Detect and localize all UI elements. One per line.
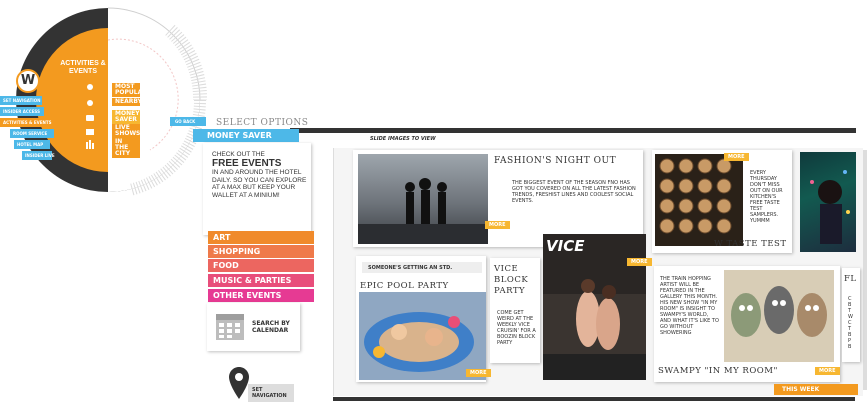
menu-hotel-map[interactable]: HOTEL MAP [14,140,50,149]
swampy-more-button[interactable]: MORE [815,367,840,375]
intro-text: CHECK OUT THE FREE EVENTS IN AND AROUND … [212,151,307,199]
logo[interactable]: W [16,69,40,93]
category-shopping[interactable]: SHOPPING [208,245,314,258]
menu-room-service[interactable]: ROOM SERVICE [10,129,54,138]
left-menu: SET NAVIGATION INSIDER ACCESS ACTIVITIES… [0,96,70,166]
slide-hint: SLIDE IMAGES TO VIEW [370,136,436,142]
calendar-icon [216,314,244,340]
swampy-image [724,270,834,362]
vice-body: COME GET WEIRD AT THE WEEKLY VICE CRUISI… [497,310,536,346]
taste-image [655,154,743,246]
menu-insider-live[interactable]: INSIDER LIVE [22,151,55,160]
swampy-body: THE TRAIN HOPPING ARTIST WILL BE FEATURE… [660,276,719,336]
vice-logo: VICE [546,237,585,255]
pool-more-button[interactable]: MORE [466,369,491,377]
intro-big: FREE EVENTS [212,158,282,170]
swampy-title: SWAMPY "IN MY ROOM" [658,366,778,376]
category-music-parties[interactable]: MUSIC & PARTIES [208,274,314,287]
category-food[interactable]: FOOD [208,259,314,272]
fashion-more-button[interactable]: MORE [485,221,510,229]
menu-set-navigation[interactable]: SET NAVIGATION [0,96,42,105]
pool-title: EPIC POOL PARTY [360,281,449,291]
submenu-in-the-city[interactable]: IN THE CITY [112,138,140,158]
pool-image [359,292,486,380]
intro-pre: CHECK OUT THE [212,151,265,158]
submenu-nearby[interactable]: NEARBY [112,98,142,106]
vice-title: VICE BLOCK PARTY [494,264,529,296]
intro-post: IN AND AROUND THE HOTEL DAILY. SO YOU CA… [212,169,307,199]
submenu-most-popular[interactable]: MOST POPULAR [112,83,147,97]
menu-activities-events[interactable]: ACTIVITIES & EVENTS [0,118,51,127]
fashion-body: THE BIGGEST EVENT OF THE SEASON FNO HAS … [512,180,636,204]
go-back-button[interactable]: GO BACK [170,117,206,126]
submenu-live-shows[interactable]: LIVE SHOWS [112,124,140,138]
pool-tag: SOMEONE'S GETTING AN STD. [362,262,482,273]
vice-more-button[interactable]: MORE [627,258,652,266]
calendar-label[interactable]: SEARCH BY CALENDAR [252,320,297,334]
taste-body: EVERY THURSDAY DON'T MISS OUT ON OUR KIT… [750,170,783,224]
set-navigation-button[interactable]: SET NAVIGATION [248,384,294,402]
location-pin-icon [229,367,249,399]
this-week-label[interactable]: THIS WEEK [774,384,858,395]
partial-body: C B T W C T B P B [848,296,853,350]
fashion-image [358,154,488,244]
vice-image [543,234,646,380]
taste-title: W TASTE TEST [714,239,787,249]
bottom-bar [333,397,855,401]
scroll-track[interactable] [863,150,867,390]
select-options-label: SELECT OPTIONS [216,118,309,128]
category-other-events[interactable]: OTHER EVENTS [208,289,314,302]
submenu-money-saver[interactable]: MONEY SAVER [112,110,140,124]
partial-title: FL [844,274,857,284]
wheel-title: ACTIVITIES & EVENTS [60,60,106,75]
category-art[interactable]: ART [208,231,314,244]
header-bar [290,128,856,133]
taste-more-button[interactable]: MORE [724,153,749,161]
money-saver-tab: MONEY SAVER [193,129,299,142]
menu-insider-access[interactable]: INSIDER ACCESS [0,107,44,116]
fashion-title: FASHION'S NIGHT OUT [494,156,617,166]
partial-image [800,152,856,252]
